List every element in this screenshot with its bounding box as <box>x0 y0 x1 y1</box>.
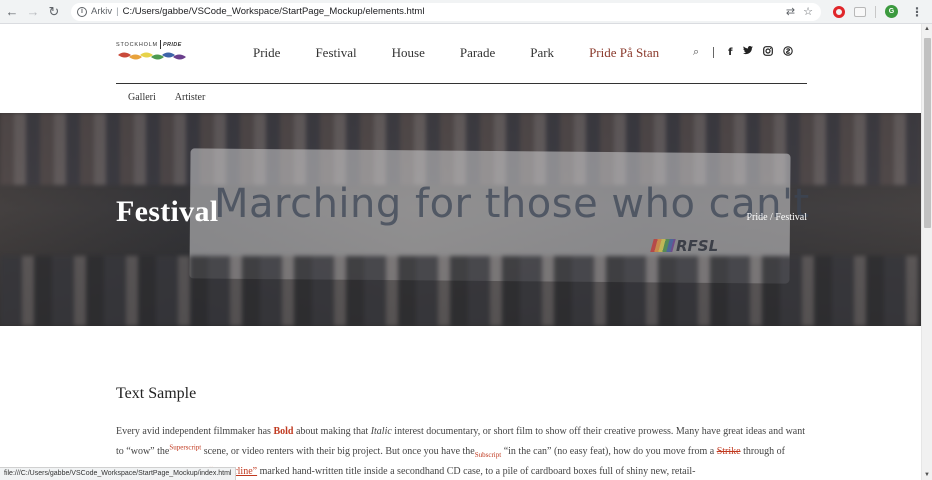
address-bar[interactable]: i Arkiv | C:/Users/gabbe/VSCode_Workspac… <box>71 2 821 21</box>
logo-divider <box>159 40 161 49</box>
kebab-menu-icon[interactable]: ⋮ <box>911 5 923 19</box>
hero-banner: Marching for those who can't RFSL Festiv… <box>0 113 921 326</box>
logo-wave <box>151 54 164 60</box>
logo-wave <box>140 52 153 58</box>
site-logo[interactable]: STOCKHOLM PRIDE <box>116 40 188 70</box>
superscript-text: Superscript <box>169 443 202 452</box>
text-run: marked hand-written title inside a secon… <box>257 466 696 477</box>
text-run: scene, or video renters with their big p… <box>201 446 475 457</box>
italic-text: Italic <box>370 426 392 437</box>
site-header: STOCKHOLM PRIDE Pride Festival House Par… <box>0 24 921 113</box>
rfsl-stripes-icon <box>650 239 676 252</box>
icon-divider <box>713 46 715 58</box>
scroll-up-icon[interactable]: ▲ <box>924 26 930 32</box>
arrow-left-icon[interactable]: ← <box>3 3 21 21</box>
logo-stockholm-text: STOCKHOLM <box>116 41 158 48</box>
hero-photo-crowd-bottom <box>0 256 921 326</box>
header-divider <box>116 83 807 84</box>
nav-item-pride-pa-stan[interactable]: Pride På Stan <box>589 45 659 61</box>
translate-icon[interactable]: ⇄ <box>786 5 795 18</box>
sub-nav: Galleri Artister <box>128 92 205 103</box>
scroll-thumb[interactable] <box>924 38 931 228</box>
hero-photo-banner-text: Marching for those who can't <box>214 181 810 227</box>
instagram-icon[interactable] <box>762 45 773 59</box>
facebook-icon[interactable]: f <box>728 47 732 58</box>
logo-wave <box>162 52 175 58</box>
url-text[interactable]: C:/Users/gabbe/VSCode_Workspace/StartPag… <box>123 6 425 17</box>
subnav-item-artister[interactable]: Artister <box>175 92 206 103</box>
social-icon[interactable] <box>782 45 793 59</box>
page-scrollbar[interactable]: ▲ ▼ <box>921 24 932 480</box>
bold-text: Bold <box>273 426 294 437</box>
hero-photo-banner-org: RFSL <box>676 237 719 255</box>
logo-wave <box>173 54 186 60</box>
nav-item-pride[interactable]: Pride <box>253 45 280 61</box>
info-icon[interactable]: i <box>77 6 87 17</box>
toolbar-divider <box>875 5 876 18</box>
reload-icon[interactable]: ↻ <box>45 3 63 21</box>
text-run: Every avid independent filmmaker has <box>116 426 274 437</box>
bookmark-star-icon[interactable]: ☆ <box>803 5 813 18</box>
text-run: about making that <box>293 426 371 437</box>
section-title: Text Sample <box>116 385 197 402</box>
logo-wave <box>118 52 131 58</box>
main-nav: Pride Festival House Parade Park Pride P… <box>253 45 694 61</box>
url-scheme-label: Arkiv <box>91 6 113 17</box>
subnav-item-galleri[interactable]: Galleri <box>128 92 156 103</box>
page-title: Festival <box>116 195 219 228</box>
profile-avatar[interactable]: G <box>885 5 898 18</box>
arrow-right-icon[interactable]: → <box>24 3 42 21</box>
search-icon[interactable]: ⌕ <box>693 45 699 59</box>
browser-toolbar: ← → ↻ i Arkiv | C:/Users/gabbe/VSCode_Wo… <box>0 0 932 24</box>
nav-item-park[interactable]: Park <box>530 45 554 61</box>
subscript-text: Subscript <box>474 451 502 459</box>
status-bar-url: file:///C:/Users/gabbe/VSCode_Workspace/… <box>0 467 237 480</box>
nav-item-house[interactable]: House <box>392 45 425 61</box>
text-run: “in the can” (no easy feat), how do you … <box>501 446 717 457</box>
url-separator: | <box>116 6 119 17</box>
logo-wave <box>129 54 142 60</box>
extension-icon[interactable] <box>854 6 866 17</box>
logo-wordmark: STOCKHOLM PRIDE <box>116 40 188 49</box>
page-viewport: STOCKHOLM PRIDE Pride Festival House Par… <box>0 24 921 480</box>
logo-pride-text: PRIDE <box>162 41 182 48</box>
scroll-down-icon[interactable]: ▼ <box>924 472 930 478</box>
nav-item-festival[interactable]: Festival <box>315 45 356 61</box>
header-icons: ⌕ f <box>693 45 793 59</box>
strike-text: Strike <box>716 446 741 457</box>
nav-item-parade[interactable]: Parade <box>460 45 495 61</box>
breadcrumb[interactable]: Pride / Festival <box>746 212 807 223</box>
rainbow-logo-icon <box>118 52 186 60</box>
opera-extension-icon[interactable] <box>833 5 845 18</box>
twitter-icon[interactable] <box>742 46 753 58</box>
